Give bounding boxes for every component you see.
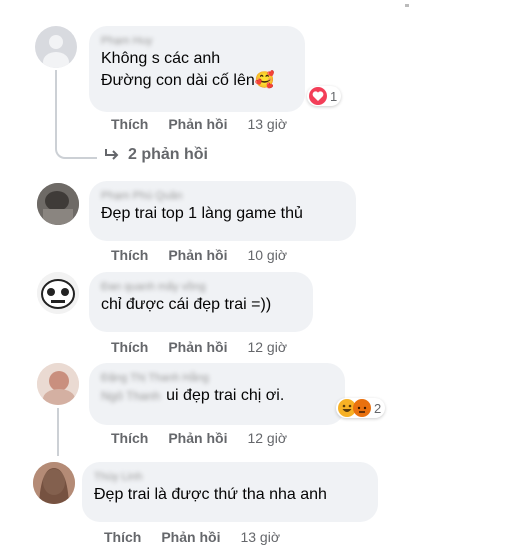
avatar-photo xyxy=(33,462,75,504)
reply-button[interactable]: Phản hồi xyxy=(168,339,227,355)
replies-count-label: 2 phản hồi xyxy=(128,146,208,163)
comment-author[interactable]: Phạm Huy xyxy=(101,34,293,48)
comment-bubble: Phạm Huy Không s các anh Đường con dài c… xyxy=(89,26,305,112)
avatar[interactable] xyxy=(35,26,77,68)
view-replies-button[interactable]: 2 phản hồi xyxy=(104,146,208,164)
timestamp[interactable]: 13 giờ xyxy=(240,529,280,545)
timestamp[interactable]: 13 giờ xyxy=(247,116,287,132)
comment-bubble: Đan quanh mấy vồng chỉ được cái đẹp trai… xyxy=(89,272,313,332)
timestamp[interactable]: 10 giờ xyxy=(247,247,287,263)
reply-button[interactable]: Phản hồi xyxy=(168,116,227,132)
comment-author[interactable]: Phạm Phú Quân xyxy=(101,189,344,203)
comment-bubble: Phạm Phú Quân Đẹp trai top 1 làng game t… xyxy=(89,181,356,241)
comment-actions: Thích Phản hồi 12 giờ xyxy=(111,430,287,446)
reaction-count: 2 xyxy=(374,400,382,416)
comment-actions: Thích Phản hồi 10 giờ xyxy=(111,247,287,263)
like-button[interactable]: Thích xyxy=(111,430,148,446)
comment-actions: Thích Phản hồi 12 giờ xyxy=(111,339,287,355)
comment-bubble: Thùy Linh Đẹp trai là được thứ tha nha a… xyxy=(82,462,378,522)
scroll-indicator xyxy=(405,4,409,7)
reply-button[interactable]: Phản hồi xyxy=(161,529,220,545)
timestamp[interactable]: 12 giờ xyxy=(247,430,287,446)
avatar[interactable] xyxy=(37,183,79,225)
like-button[interactable]: Thích xyxy=(111,339,148,355)
avatar-photo xyxy=(37,272,79,314)
default-avatar-icon xyxy=(35,26,77,68)
comment-text: Không s các anh xyxy=(101,50,221,67)
comment-text: Đẹp trai top 1 làng game thủ xyxy=(101,205,303,222)
comment-text: chỉ được cái đẹp trai =)) xyxy=(101,296,272,313)
comment-author[interactable]: Đặng Thị Thanh Hằng xyxy=(101,371,333,385)
thread-line xyxy=(55,70,57,146)
reaction-count: 1 xyxy=(330,88,338,104)
reaction-summary[interactable]: 1 xyxy=(307,86,342,106)
thread-line xyxy=(57,408,59,456)
like-button[interactable]: Thích xyxy=(111,116,148,132)
angry-reaction-icon xyxy=(353,399,371,417)
comment-text: ui đẹp trai chị ơi. xyxy=(166,387,285,404)
comment-text: Đường con dài cố lên🥰 xyxy=(101,72,275,89)
like-button[interactable]: Thích xyxy=(111,247,148,263)
timestamp[interactable]: 12 giờ xyxy=(247,339,287,355)
comment-text: Đẹp trai là được thứ tha nha anh xyxy=(94,486,327,503)
comment-author[interactable]: Đan quanh mấy vồng xyxy=(101,280,301,294)
avatar-photo xyxy=(37,363,79,405)
avatar[interactable] xyxy=(37,363,79,405)
comment-author[interactable]: Thùy Linh xyxy=(94,470,366,484)
comment-bubble: Đặng Thị Thanh Hằng Ngô Thanh ui đẹp tra… xyxy=(89,363,345,425)
reaction-summary[interactable]: 2 xyxy=(336,398,386,418)
avatar-photo xyxy=(37,183,79,225)
like-button[interactable]: Thích xyxy=(104,529,141,545)
reply-button[interactable]: Phản hồi xyxy=(168,247,227,263)
reply-arrow-icon xyxy=(105,149,119,160)
comment-author-secondary[interactable]: Ngô Thanh xyxy=(101,389,160,403)
avatar[interactable] xyxy=(37,272,79,314)
love-reaction-icon xyxy=(309,87,327,105)
thread-connector xyxy=(55,143,97,159)
comment-actions: Thích Phản hồi 13 giờ xyxy=(104,529,280,545)
comment-actions: Thích Phản hồi 13 giờ xyxy=(111,116,287,132)
avatar[interactable] xyxy=(33,462,75,504)
reply-button[interactable]: Phản hồi xyxy=(168,430,227,446)
